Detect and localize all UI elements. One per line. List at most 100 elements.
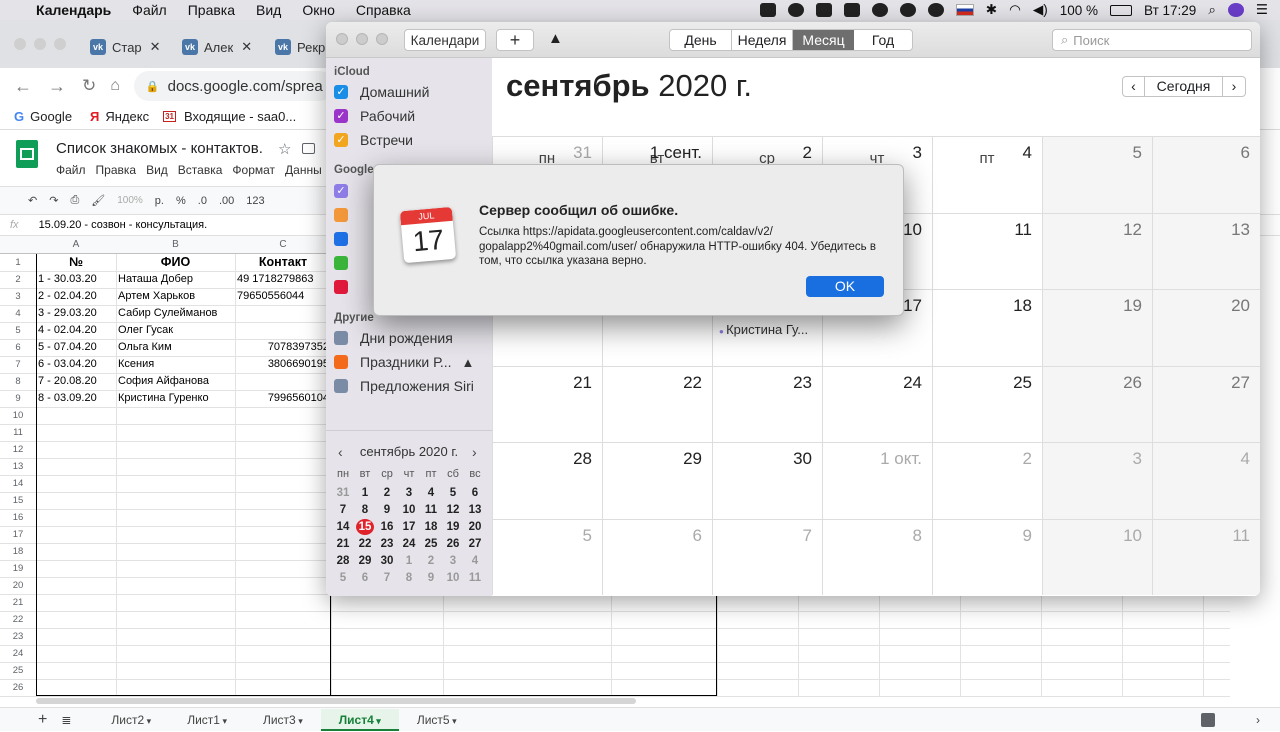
day-cell[interactable]: 13 (1152, 212, 1260, 289)
calendar-item-siri[interactable]: Предложения Siri (334, 375, 474, 397)
menu-file[interactable]: Файл (132, 2, 166, 18)
mini-day[interactable]: 28 (334, 553, 352, 569)
mini-next-month-icon[interactable]: › (472, 444, 477, 460)
percent-format-button[interactable]: % (176, 195, 186, 207)
warning-icon[interactable]: ▲ (462, 355, 475, 370)
mini-day[interactable]: 20 (466, 519, 484, 535)
sheet-tab-menu-icon[interactable]: ▾ (220, 716, 227, 726)
sheet-tab[interactable]: Лист2 ▾ (93, 709, 169, 731)
search-field[interactable]: ⌕ Поиск (1052, 29, 1252, 51)
sheet-tab-menu-icon[interactable]: ▾ (296, 716, 303, 726)
calendar-item-google[interactable]: ✓ (334, 180, 360, 202)
menu-help[interactable]: Справка (356, 2, 411, 18)
side-panel-toggle-icon[interactable]: › (1256, 713, 1260, 727)
row-number[interactable]: 19 (0, 563, 36, 574)
sheet-tab-menu-icon[interactable]: ▾ (144, 716, 152, 726)
row-number[interactable]: 3 (0, 291, 36, 302)
mini-day[interactable]: 9 (422, 570, 440, 586)
row-number[interactable]: 6 (0, 342, 36, 353)
row-number[interactable]: 7 (0, 359, 36, 370)
sheet-tab[interactable]: Лист1 ▾ (169, 709, 245, 731)
view-day-button[interactable]: День (670, 30, 732, 50)
facetime-icon[interactable] (759, 3, 776, 17)
reload-icon[interactable]: ↻ (82, 76, 96, 96)
mini-day[interactable]: 9 (378, 502, 396, 518)
header-cell[interactable]: Контакт (235, 255, 331, 269)
mini-day[interactable]: 17 (400, 519, 418, 535)
input-language-flag-icon[interactable] (955, 4, 974, 16)
view-week-button[interactable]: Неделя (732, 30, 793, 50)
home-icon[interactable]: ⌂ (110, 77, 120, 95)
mini-day[interactable]: 6 (356, 570, 374, 586)
mini-day[interactable]: 2 (422, 553, 440, 569)
day-cell[interactable]: 29 (602, 442, 712, 519)
checkbox-icon[interactable] (334, 208, 348, 222)
address-bar[interactable]: 🔒 docs.google.com/sprea (133, 71, 334, 101)
mini-day[interactable]: 16 (378, 519, 396, 535)
day-cell[interactable]: 19 (1042, 289, 1152, 366)
sheets-menu-file[interactable]: Файл (56, 163, 86, 177)
mini-day[interactable]: 14 (334, 519, 352, 535)
sheets-menu-view[interactable]: Вид (146, 163, 168, 177)
row-number[interactable]: 21 (0, 597, 36, 608)
table-cell[interactable]: Ксения (118, 358, 233, 370)
star-icon[interactable]: ☆ (278, 140, 291, 158)
row-number[interactable]: 16 (0, 512, 36, 523)
mini-day[interactable]: 23 (378, 536, 396, 552)
sheet-tab-menu-icon[interactable]: ▾ (374, 716, 381, 726)
mini-day[interactable]: 22 (356, 536, 374, 552)
day-cell[interactable]: 22 (602, 365, 712, 442)
mini-day[interactable]: 15 (356, 519, 374, 535)
column-header-b[interactable]: B (116, 239, 235, 250)
day-cell[interactable]: 11 (1152, 518, 1260, 595)
browser-tab[interactable]: vk Алек ✕ (182, 34, 252, 60)
row-number[interactable]: 22 (0, 614, 36, 625)
table-cell[interactable]: 6 - 03.04.20 (38, 358, 114, 370)
mini-day[interactable]: 3 (444, 553, 462, 569)
row-number[interactable]: 24 (0, 648, 36, 659)
today-button[interactable]: Сегодня (1145, 77, 1223, 96)
print-icon[interactable]: ⎙ (70, 194, 79, 207)
ok-button[interactable]: OK (806, 276, 884, 297)
checkbox-icon[interactable]: ✓ (334, 85, 348, 99)
minimize-window-icon[interactable] (34, 38, 46, 50)
viber-icon[interactable] (871, 3, 888, 17)
sheets-menu-data[interactable]: Данны (285, 163, 322, 177)
check-icon[interactable] (899, 3, 916, 17)
day-cell[interactable]: 7 (712, 518, 822, 595)
calendar-item-google[interactable] (334, 252, 360, 274)
undo-icon[interactable]: ↶ (28, 194, 37, 207)
all-sheets-icon[interactable]: ≣ (61, 713, 71, 727)
mini-day[interactable]: 5 (444, 485, 462, 501)
mini-day[interactable]: 10 (444, 570, 462, 586)
formula-input[interactable]: 15.09.20 - созвон - консультация. (39, 219, 208, 231)
table-cell[interactable]: 5 - 07.04.20 (38, 341, 114, 353)
checkbox-icon[interactable] (334, 331, 348, 345)
mini-day[interactable]: 11 (466, 570, 484, 586)
table-cell[interactable]: 7996560104 (237, 392, 329, 404)
redo-icon[interactable]: ↷ (49, 194, 58, 207)
checkbox-icon[interactable] (334, 256, 348, 270)
table-cell[interactable]: Олег Гусак (118, 324, 233, 336)
calendar-item-birthdays[interactable]: Дни рождения (334, 327, 453, 349)
table-cell[interactable]: 7 - 20.08.20 (38, 375, 114, 387)
mini-day[interactable]: 25 (422, 536, 440, 552)
day-cell[interactable]: 8 (822, 518, 932, 595)
table-cell[interactable]: София Айфанова (118, 375, 233, 387)
warning-icon[interactable]: ▲ (548, 30, 563, 47)
menu-view[interactable]: Вид (256, 2, 281, 18)
table-cell[interactable]: Наташа Добер (118, 273, 233, 285)
calendar-item-work[interactable]: ✓ Рабочий (334, 105, 415, 127)
table-cell[interactable]: Кристина Гуренко (118, 392, 233, 404)
calendar-item-holidays[interactable]: Праздники Р... ▲ (334, 351, 474, 373)
mini-day[interactable]: 5 (334, 570, 352, 586)
horizontal-scrollbar[interactable] (36, 698, 636, 704)
row-number[interactable]: 13 (0, 461, 36, 472)
row-number[interactable]: 26 (0, 682, 36, 693)
decrease-decimal-button[interactable]: .0 (198, 195, 207, 207)
mini-day[interactable]: 1 (400, 553, 418, 569)
mini-day[interactable]: 4 (466, 553, 484, 569)
row-number[interactable]: 11 (0, 427, 36, 438)
app-menu[interactable]: Календарь (36, 2, 111, 18)
mini-day[interactable]: 1 (356, 485, 374, 501)
